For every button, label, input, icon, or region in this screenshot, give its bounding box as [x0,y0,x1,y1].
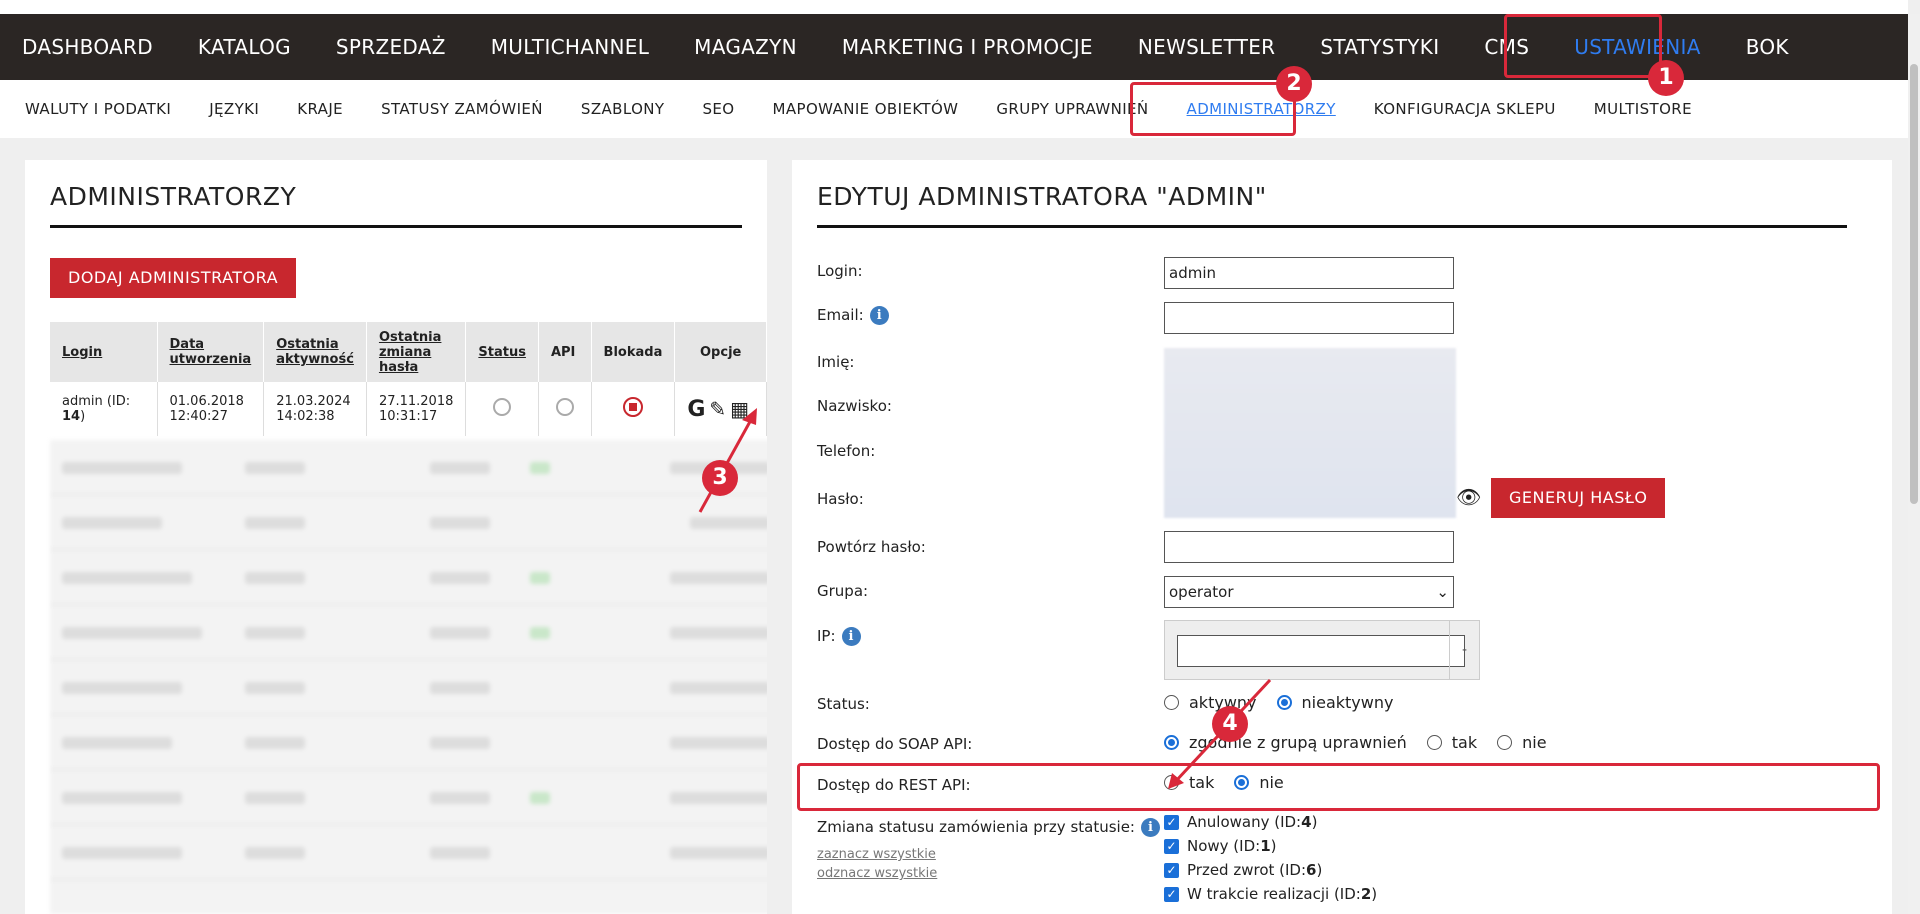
callout-3: 3 [702,460,738,496]
callout-1: 1 [1648,60,1684,96]
callout-4: 4 [1212,706,1248,742]
annotation-arrows [698,408,1272,789]
scrollbar-thumb[interactable] [1910,64,1918,504]
page-scrollbar[interactable] [1908,14,1920,914]
arrow-3-head [742,408,757,425]
callout-2: 2 [1276,66,1312,102]
